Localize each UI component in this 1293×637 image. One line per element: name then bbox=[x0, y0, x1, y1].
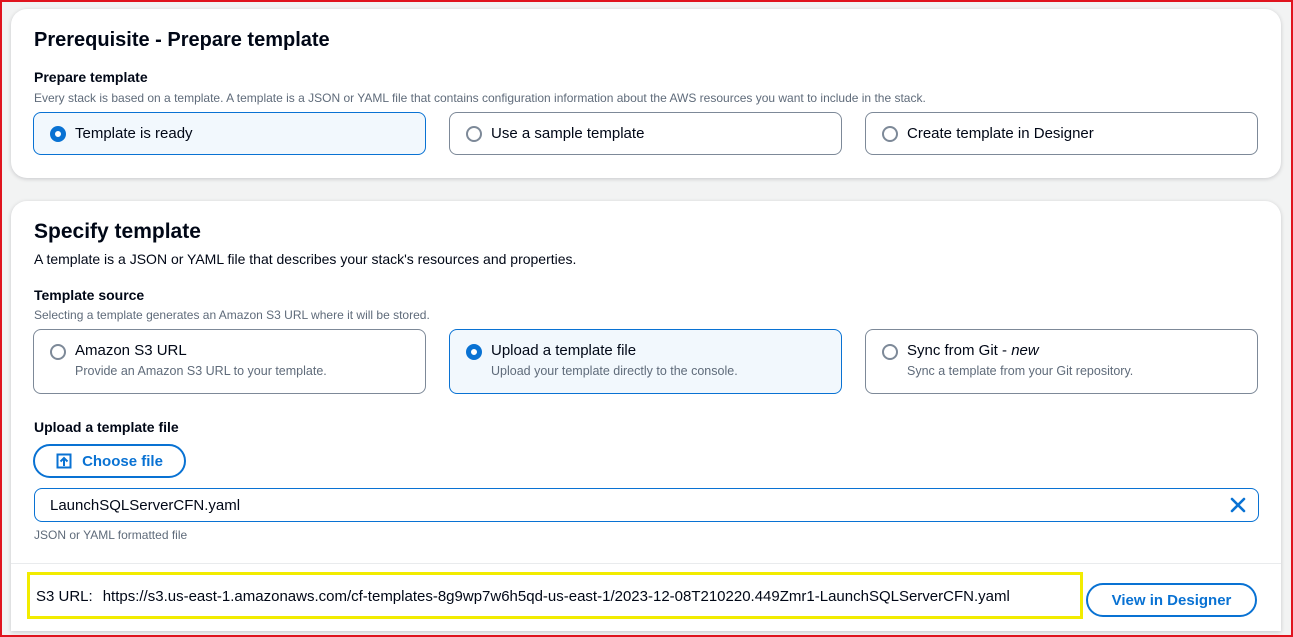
divider bbox=[11, 563, 1281, 564]
option-use-sample-template[interactable]: Use a sample template bbox=[449, 112, 842, 155]
radio-unselected-icon[interactable] bbox=[882, 126, 898, 142]
s3-url-highlight: S3 URL: https://s3.us-east-1.amazonaws.co… bbox=[27, 572, 1083, 619]
upload-icon bbox=[56, 453, 72, 469]
option-template-is-ready[interactable]: Template is ready bbox=[33, 112, 426, 155]
option-label: Use a sample template bbox=[491, 125, 645, 142]
source-sync-from-git[interactable]: Sync from Git - new Sync a template from… bbox=[865, 329, 1258, 394]
radio-unselected-icon[interactable] bbox=[50, 344, 66, 360]
source-label: Amazon S3 URL bbox=[75, 342, 187, 359]
source-description: Provide an Amazon S3 URL to your templat… bbox=[75, 364, 327, 378]
radio-unselected-icon[interactable] bbox=[466, 126, 482, 142]
specify-template-card: Specify template A template is a JSON or… bbox=[11, 201, 1281, 631]
close-icon[interactable] bbox=[1228, 495, 1248, 515]
new-tag: new bbox=[1011, 342, 1039, 359]
view-in-designer-label: View in Designer bbox=[1111, 591, 1232, 609]
file-name: LaunchSQLServerCFN.yaml bbox=[50, 497, 241, 514]
choose-file-button[interactable]: Choose file bbox=[33, 444, 186, 478]
source-label: Sync from Git - new bbox=[907, 342, 1039, 359]
source-description: Upload your template directly to the con… bbox=[491, 364, 738, 378]
source-description: Sync a template from your Git repository… bbox=[907, 364, 1134, 378]
choose-file-label: Choose file bbox=[82, 452, 163, 470]
prepare-template-card: Prerequisite - Prepare template Prepare … bbox=[11, 9, 1281, 178]
prepare-template-label: Prepare template bbox=[34, 69, 148, 85]
radio-selected-icon[interactable] bbox=[50, 126, 66, 142]
file-format-hint: JSON or YAML formatted file bbox=[34, 528, 188, 542]
radio-selected-icon[interactable] bbox=[466, 344, 482, 360]
option-label: Template is ready bbox=[75, 125, 193, 142]
s3-url-label: S3 URL: bbox=[36, 588, 93, 605]
prepare-template-description: Every stack is based on a template. A te… bbox=[34, 91, 926, 105]
specify-template-description: A template is a JSON or YAML file that d… bbox=[34, 251, 577, 267]
s3-url-row: S3 URL: https://s3.us-east-1.amazonaws.co… bbox=[36, 588, 1010, 605]
prerequisite-title: Prerequisite - Prepare template bbox=[34, 29, 330, 51]
option-create-in-designer[interactable]: Create template in Designer bbox=[865, 112, 1258, 155]
upload-template-file-label: Upload a template file bbox=[34, 419, 179, 435]
source-upload-template-file[interactable]: Upload a template file Upload your templ… bbox=[449, 329, 842, 394]
specify-template-title: Specify template bbox=[34, 220, 201, 243]
source-amazon-s3-url[interactable]: Amazon S3 URL Provide an Amazon S3 URL t… bbox=[33, 329, 426, 394]
template-source-description: Selecting a template generates an Amazon… bbox=[34, 308, 430, 322]
option-label: Create template in Designer bbox=[907, 125, 1094, 142]
radio-unselected-icon[interactable] bbox=[882, 344, 898, 360]
view-in-designer-button[interactable]: View in Designer bbox=[1086, 583, 1257, 617]
s3-url-value: https://s3.us-east-1.amazonaws.com/cf-te… bbox=[102, 588, 1010, 605]
selected-file-field[interactable]: LaunchSQLServerCFN.yaml bbox=[34, 488, 1259, 522]
template-source-label: Template source bbox=[34, 287, 145, 303]
source-label: Upload a template file bbox=[491, 342, 637, 359]
